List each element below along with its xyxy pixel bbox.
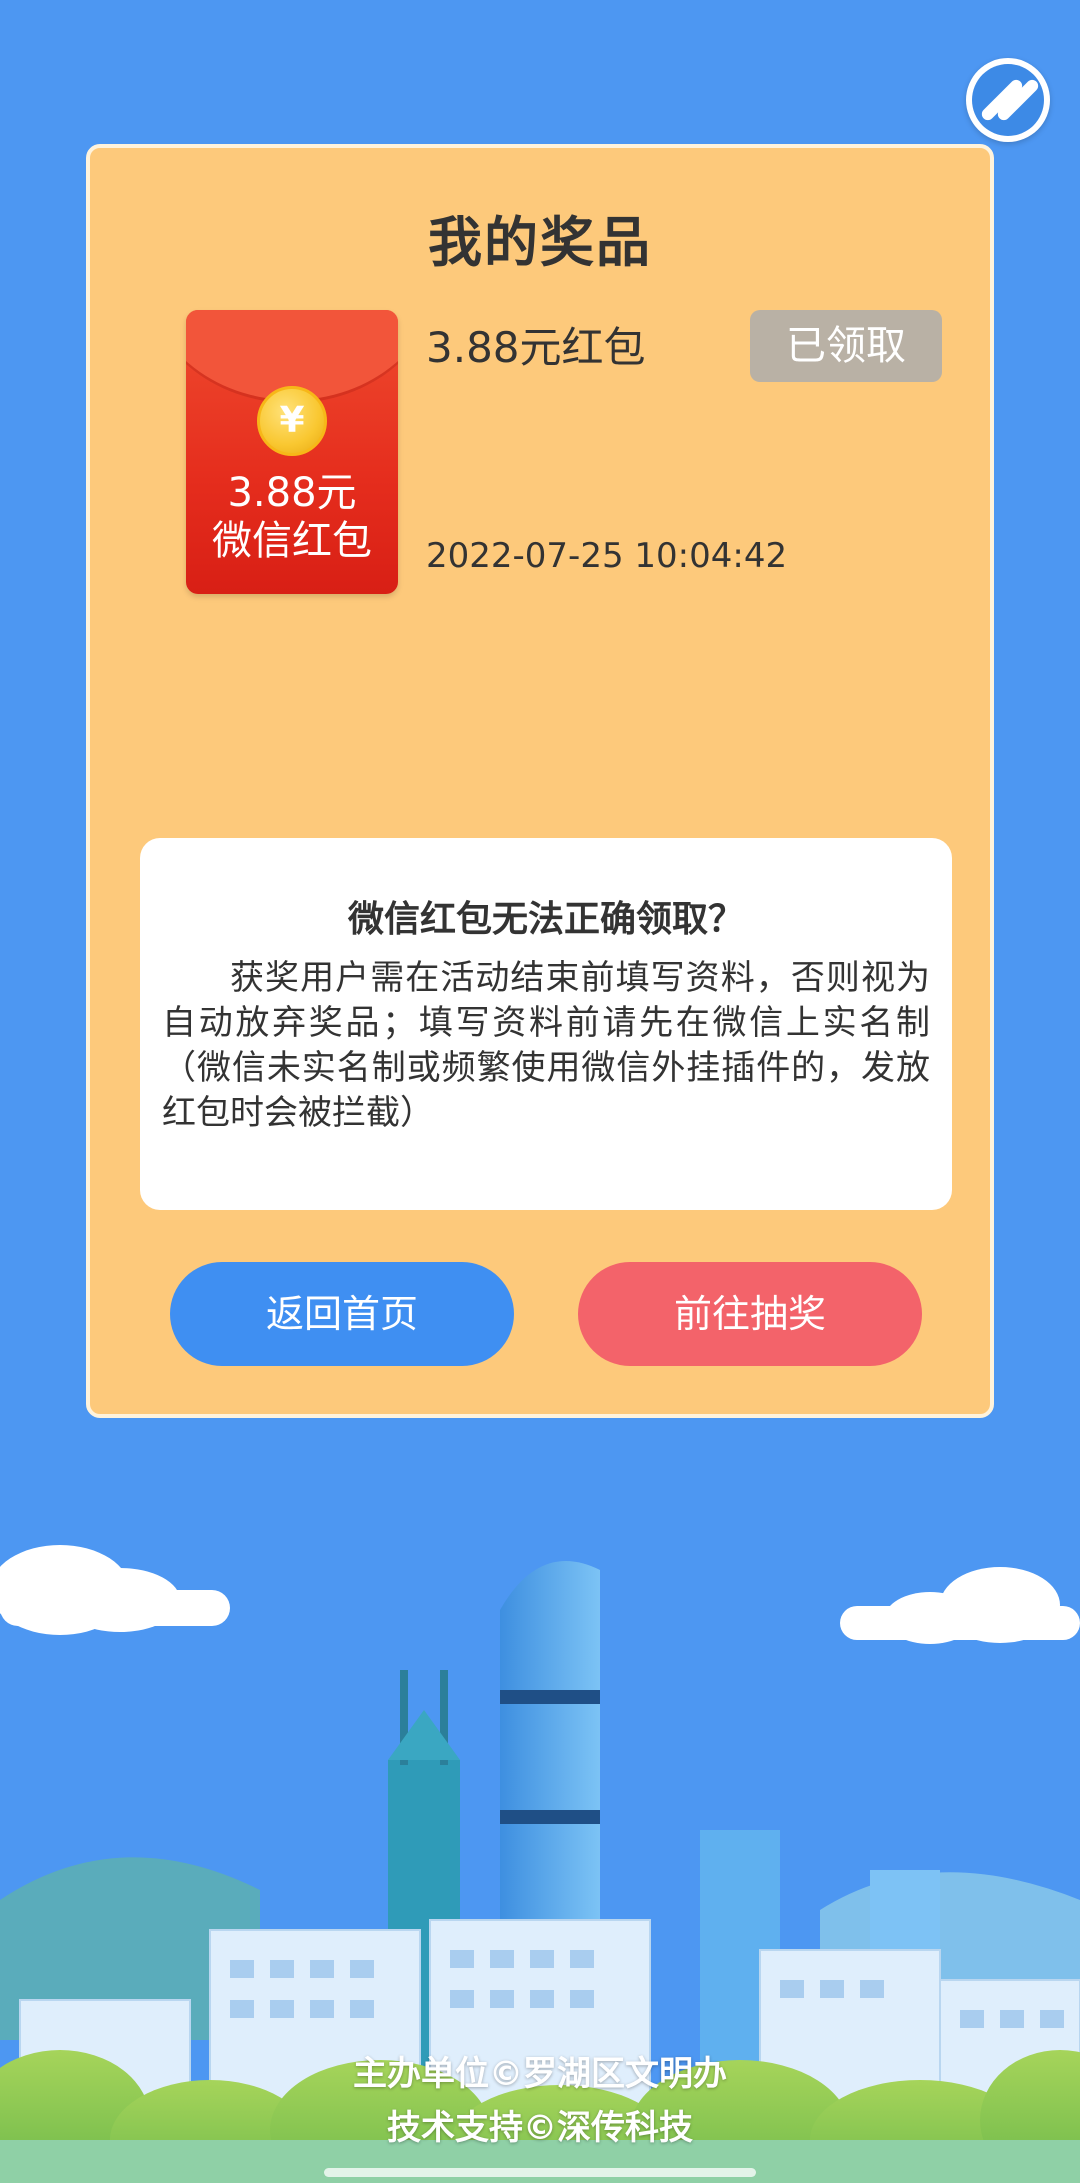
- info-body: 获奖用户需在活动结束前填写资料，否则视为自动放弃奖品；填写资料前请先在微信上实名…: [162, 958, 930, 1133]
- prize-name: 3.88元红包: [426, 323, 646, 372]
- yuan-coin-icon: ¥: [257, 386, 327, 456]
- info-title: 微信红包无法正确领取？: [347, 899, 744, 940]
- go-draw-button[interactable]: 前往抽奖: [578, 1262, 922, 1366]
- home-indicator: [324, 2168, 756, 2177]
- claimed-status-badge: 已领取: [750, 310, 942, 382]
- prize-timestamp: 2022-07-25 10:04:42: [426, 536, 788, 576]
- red-packet-amount: 3.88元: [227, 470, 357, 516]
- prize-panel: 我的奖品 ¥ 3.88元 微信红包 3.88元红包 2022-07-25 10:…: [86, 144, 994, 1418]
- red-packet-label: 微信红包: [212, 518, 372, 564]
- info-box: 微信红包无法正确领取？ 获奖用户需在活动结束前填写资料，否则视为自动放弃奖品；填…: [140, 838, 952, 1210]
- music-toggle-button[interactable]: [966, 58, 1050, 142]
- red-packet-image: ¥ 3.88元 微信红包: [186, 310, 398, 594]
- footer-organizer: 主办单位©罗湖区文明办: [353, 2054, 727, 2094]
- back-home-button[interactable]: 返回首页: [170, 1262, 514, 1366]
- music-toggle-icon: [972, 64, 1044, 136]
- footer-support: 技术支持©深传科技: [387, 2108, 693, 2148]
- cloud-left: [0, 1545, 230, 1635]
- panel-title: 我的奖品: [428, 211, 652, 274]
- cloud-right: [840, 1567, 1080, 1644]
